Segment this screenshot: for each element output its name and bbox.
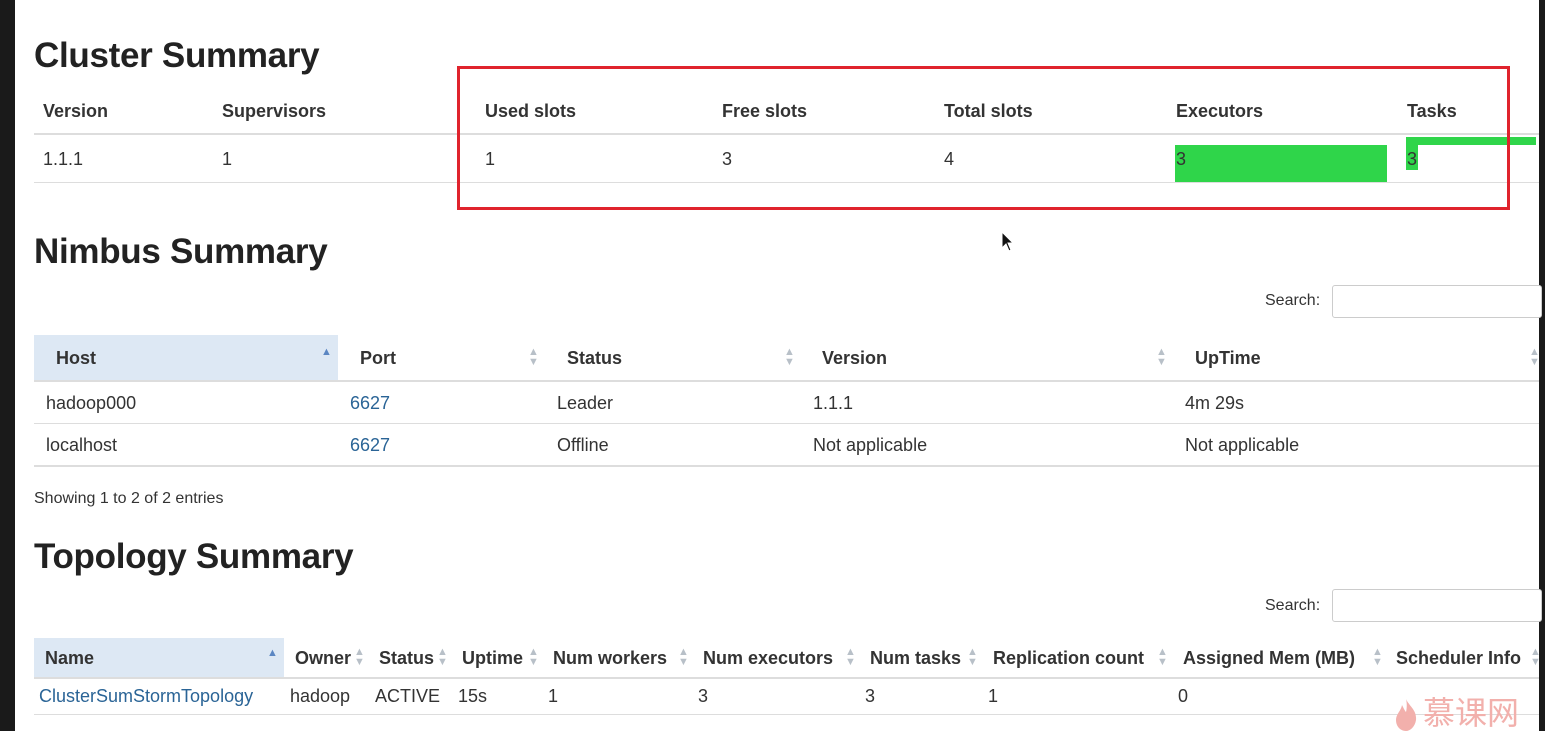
cluster-summary-title: Cluster Summary <box>34 36 320 75</box>
topology-row1-num-tasks: 3 <box>865 686 876 706</box>
cluster-cell-version: 1.1.1 <box>43 149 84 169</box>
sort-both-icon: ▲ ▼ <box>354 646 365 668</box>
sort-asc-icon: ▲ <box>321 346 332 358</box>
topology-search-label: Search: <box>1265 597 1321 614</box>
topology-header-replication-count: Replication count <box>993 648 1145 668</box>
nimbus-header-divider <box>34 380 1539 382</box>
red-highlight-annotation <box>457 66 1510 210</box>
sort-both-icon: ▲ ▼ <box>967 646 978 668</box>
topology-header-scheduler-info: Scheduler Info <box>1396 648 1522 668</box>
topology-search-input[interactable] <box>1332 589 1542 622</box>
sort-both-icon: ▲ ▼ <box>1372 646 1383 668</box>
topology-row1-owner: hadoop <box>290 686 351 706</box>
nimbus-row1-status: Leader <box>557 393 614 413</box>
sort-asc-icon: ▲ <box>267 647 278 659</box>
nimbus-header-host: Host <box>56 348 96 368</box>
topology-header-num-tasks: Num tasks <box>870 648 962 668</box>
mouse-cursor-icon <box>1001 231 1015 252</box>
watermark-logo: 慕课网 <box>1393 688 1519 734</box>
watermark-text: 慕课网 <box>1423 694 1520 732</box>
topology-header-name: Name <box>45 648 95 668</box>
sort-both-icon: ▲ ▼ <box>784 346 795 368</box>
left-window-edge <box>0 0 15 731</box>
sort-both-icon: ▲ ▼ <box>528 346 539 368</box>
nimbus-row1-uptime: 4m 29s <box>1185 393 1245 413</box>
nimbus-search-input[interactable] <box>1332 285 1542 318</box>
topology-summary-title: Topology Summary <box>34 537 354 576</box>
nimbus-table-bottom <box>34 465 1539 467</box>
topology-header-divider <box>34 677 1539 679</box>
sort-both-icon: ▲ ▼ <box>845 646 856 668</box>
topology-row1-replication-count: 1 <box>988 686 999 706</box>
nimbus-row2-port-link[interactable]: 6627 <box>350 435 390 456</box>
nimbus-table-info: Showing 1 to 2 of 2 entries <box>34 490 224 507</box>
topology-row1-num-workers: 1 <box>548 686 559 706</box>
nimbus-row1-version: 1.1.1 <box>813 393 854 413</box>
cluster-header-version: Version <box>43 101 109 121</box>
topology-header-status: Status <box>379 648 435 668</box>
nimbus-search-label: Search: <box>1265 292 1321 309</box>
topology-row1-status: ACTIVE <box>375 686 441 706</box>
sort-both-icon: ▲ ▼ <box>1529 346 1540 368</box>
nimbus-row2-version: Not applicable <box>813 435 928 455</box>
sort-both-icon: ▲ ▼ <box>437 646 448 668</box>
topology-header-uptime: Uptime <box>462 648 524 668</box>
nimbus-row2-host: localhost <box>46 435 118 455</box>
flame-icon <box>1396 699 1417 731</box>
topology-header-num-workers: Num workers <box>553 648 668 668</box>
nimbus-row2-status: Offline <box>557 435 609 455</box>
topology-row1-name-link[interactable]: ClusterSumStormTopology <box>39 686 253 707</box>
topology-row1-num-executors: 3 <box>698 686 709 706</box>
nimbus-row1-host: hadoop000 <box>46 393 137 413</box>
topology-row1-assigned-mem: 0 <box>1178 686 1189 706</box>
sort-both-icon: ▲ ▼ <box>678 646 689 668</box>
cluster-cell-supervisors: 1 <box>222 149 233 169</box>
topology-header-num-executors: Num executors <box>703 648 834 668</box>
topology-header-assigned-mem: Assigned Mem (MB) <box>1183 648 1356 668</box>
nimbus-header-version: Version <box>822 348 888 368</box>
nimbus-header-port: Port <box>360 348 396 368</box>
topology-row-divider <box>34 714 1539 715</box>
topology-header-owner: Owner <box>295 648 352 668</box>
sort-both-icon: ▲ ▼ <box>1530 646 1541 668</box>
sort-both-icon: ▲ ▼ <box>1156 346 1167 368</box>
nimbus-row-divider <box>34 423 1539 424</box>
topology-row1-uptime: 15s <box>458 686 488 706</box>
nimbus-summary-title: Nimbus Summary <box>34 232 328 271</box>
cluster-header-supervisors: Supervisors <box>222 101 327 121</box>
nimbus-header-uptime: UpTime <box>1195 348 1261 368</box>
sort-both-icon: ▲ ▼ <box>1157 646 1168 668</box>
nimbus-row2-uptime: Not applicable <box>1185 435 1300 455</box>
nimbus-row1-port-link[interactable]: 6627 <box>350 393 390 414</box>
sort-both-icon: ▲ ▼ <box>528 646 539 668</box>
nimbus-header-status: Status <box>567 348 623 368</box>
